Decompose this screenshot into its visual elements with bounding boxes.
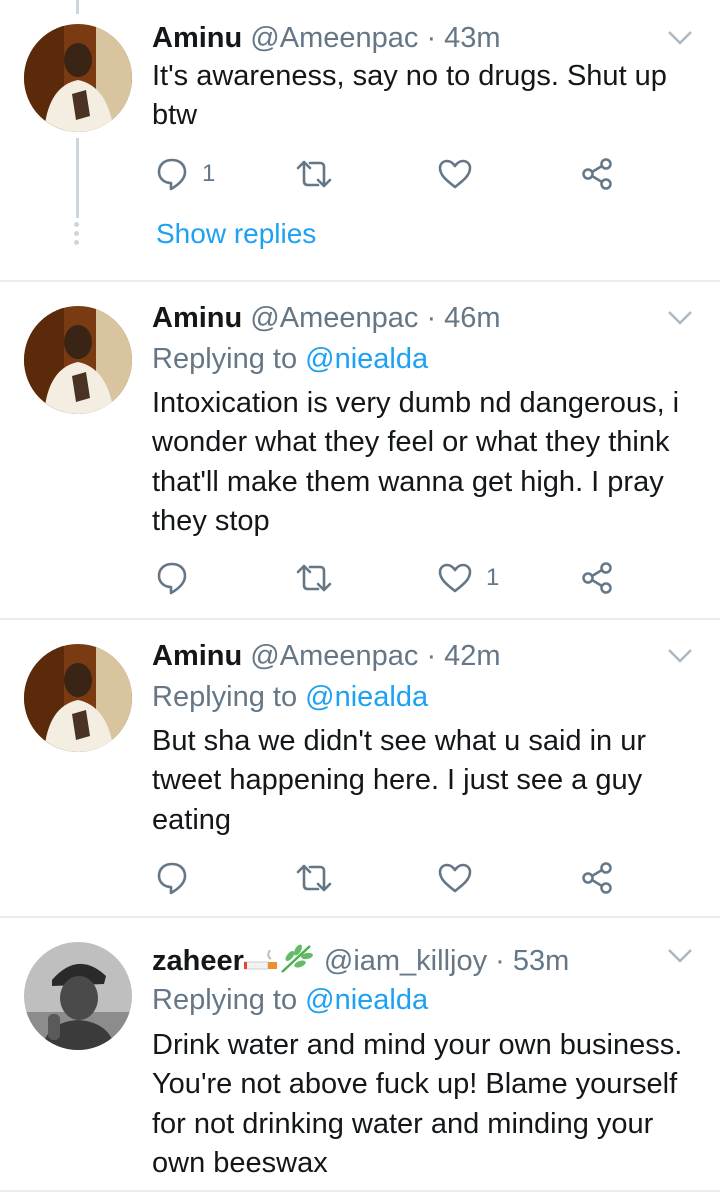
replying-to: Replying to @niealda bbox=[152, 982, 428, 1018]
avatar[interactable] bbox=[24, 942, 132, 1050]
replying-to: Replying to @niealda bbox=[152, 341, 428, 377]
tweet-actions: 1 bbox=[152, 154, 632, 194]
replying-to-label: Replying to bbox=[152, 984, 298, 1016]
tweet-actions bbox=[152, 858, 632, 898]
separator: · bbox=[495, 945, 505, 978]
tweet-header: Aminu @Ameenpac · 42m bbox=[152, 638, 501, 674]
tweet-text: Drink water and mind your own business. … bbox=[152, 1029, 683, 1179]
user-handle[interactable]: @Ameenpac bbox=[250, 640, 418, 672]
tweet-header: zaheer @iam_killjoy · 53m bbox=[152, 942, 569, 983]
heart-icon bbox=[438, 159, 472, 189]
like-button[interactable] bbox=[438, 154, 486, 194]
tweet[interactable]: Aminu @Ameenpac · 43m It's awareness, sa… bbox=[0, 0, 720, 280]
retweet-icon bbox=[296, 864, 332, 892]
tweet-actions: 1 bbox=[152, 558, 632, 598]
herb-icon bbox=[280, 942, 314, 983]
replying-to-label: Replying to bbox=[152, 343, 298, 375]
reply-icon bbox=[157, 158, 187, 191]
reply-button[interactable] bbox=[156, 858, 202, 898]
timestamp[interactable]: 42m bbox=[444, 640, 500, 672]
show-replies-link[interactable]: Show replies bbox=[156, 218, 316, 250]
avatar[interactable] bbox=[24, 24, 132, 132]
heart-icon bbox=[438, 863, 472, 893]
retweet-icon bbox=[296, 160, 332, 188]
user-name[interactable]: Aminu bbox=[152, 640, 242, 672]
tweet-feed: Aminu @Ameenpac · 43m It's awareness, sa… bbox=[0, 0, 720, 1200]
share-button[interactable] bbox=[580, 558, 614, 598]
reply-count: 1 bbox=[202, 160, 216, 187]
reply-button[interactable]: 1 bbox=[156, 154, 215, 194]
share-icon bbox=[582, 158, 612, 190]
chevron-down-icon[interactable] bbox=[666, 308, 694, 328]
chevron-down-icon[interactable] bbox=[666, 28, 694, 48]
like-button[interactable]: 1 bbox=[438, 558, 499, 598]
avatar[interactable] bbox=[24, 306, 132, 414]
user-handle[interactable]: @Ameenpac bbox=[250, 302, 418, 334]
share-button[interactable] bbox=[580, 858, 614, 898]
separator: · bbox=[426, 22, 437, 54]
user-name[interactable]: Aminu bbox=[152, 22, 242, 54]
share-icon bbox=[582, 562, 612, 594]
heart-icon bbox=[438, 563, 472, 593]
timestamp[interactable]: 43m bbox=[444, 22, 500, 54]
timestamp[interactable]: 46m bbox=[444, 302, 500, 334]
replying-to: Replying to @niealda bbox=[152, 679, 428, 715]
retweet-button[interactable] bbox=[296, 154, 332, 194]
like-button[interactable] bbox=[438, 858, 486, 898]
share-button[interactable] bbox=[580, 154, 614, 194]
reply-icon bbox=[157, 562, 187, 595]
separator: · bbox=[426, 640, 437, 672]
tweet-header: Aminu @Ameenpac · 43m bbox=[152, 20, 501, 56]
retweet-icon bbox=[296, 564, 332, 592]
timestamp[interactable]: 53m bbox=[513, 945, 569, 977]
mention-link[interactable]: @niealda bbox=[305, 681, 428, 713]
tweet-text: But sha we didn't see what u said in ur … bbox=[152, 725, 646, 836]
like-count: 1 bbox=[486, 564, 500, 591]
retweet-button[interactable] bbox=[296, 558, 332, 598]
tweet-text: Intoxication is very dumb nd dangerous, … bbox=[152, 387, 680, 537]
avatar[interactable] bbox=[24, 644, 132, 752]
user-handle[interactable]: @iam_killjoy bbox=[324, 945, 487, 977]
reply-icon bbox=[157, 862, 187, 895]
tweet[interactable]: Aminu @Ameenpac · 42m Replying to @nieal… bbox=[0, 620, 720, 916]
tweet[interactable]: zaheer @iam_killjoy · 53m Replying to @ni… bbox=[0, 918, 720, 1200]
divider bbox=[0, 1190, 720, 1192]
retweet-button[interactable] bbox=[296, 858, 332, 898]
separator: · bbox=[426, 302, 437, 334]
tweet-text: It's awareness, say no to drugs. Shut up… bbox=[152, 60, 667, 132]
mention-link[interactable]: @niealda bbox=[305, 984, 428, 1016]
replying-to-label: Replying to bbox=[152, 681, 298, 713]
reply-button[interactable] bbox=[156, 558, 202, 598]
chevron-down-icon[interactable] bbox=[666, 646, 694, 666]
mention-link[interactable]: @niealda bbox=[305, 343, 428, 375]
tweet[interactable]: Aminu @Ameenpac · 46m Replying to @nieal… bbox=[0, 282, 720, 618]
user-name[interactable]: Aminu bbox=[152, 302, 242, 334]
tweet-header: Aminu @Ameenpac · 46m bbox=[152, 300, 501, 336]
user-handle[interactable]: @Ameenpac bbox=[250, 22, 418, 54]
share-icon bbox=[582, 862, 612, 894]
cigarette-icon bbox=[243, 945, 278, 981]
chevron-down-icon[interactable] bbox=[666, 946, 694, 966]
user-name[interactable]: zaheer bbox=[152, 945, 244, 977]
